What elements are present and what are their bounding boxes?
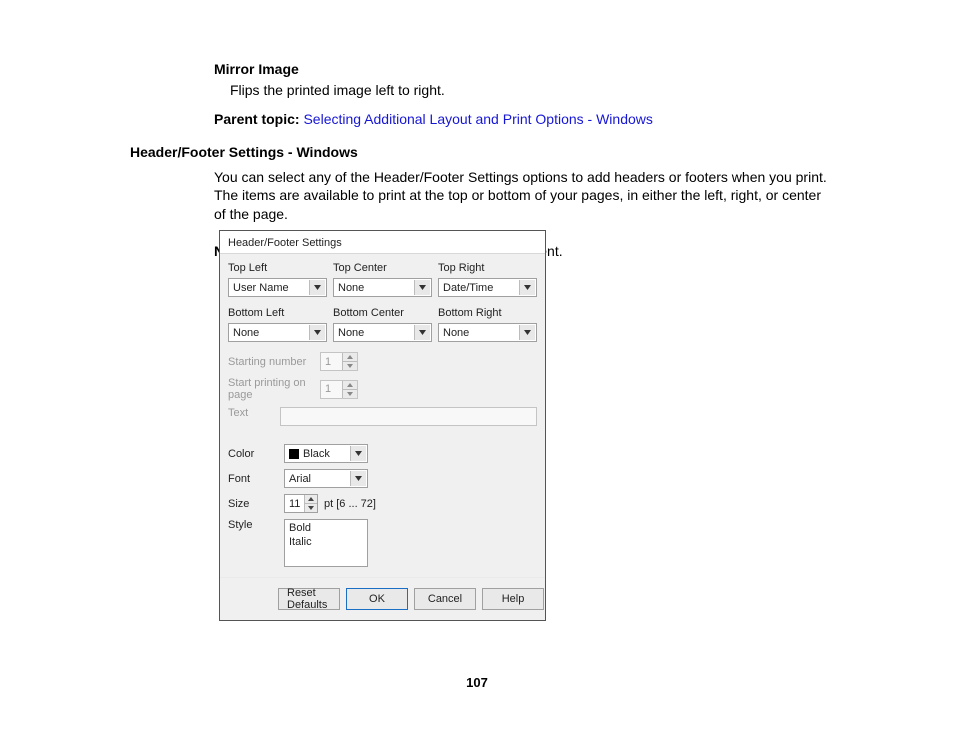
step-up-icon[interactable] [305, 495, 317, 503]
color-value: Black [303, 448, 330, 460]
step-up-icon [343, 353, 357, 361]
style-listbox[interactable]: Bold Italic [284, 519, 368, 567]
size-label: Size [228, 498, 284, 510]
step-down-icon [343, 361, 357, 370]
chevron-down-icon [350, 446, 366, 461]
top-center-select[interactable]: None [333, 278, 432, 297]
top-right-value: Date/Time [443, 282, 493, 294]
dialog-title: Header/Footer Settings [220, 231, 545, 253]
starting-number-label: Starting number [228, 356, 320, 368]
bottom-right-label: Bottom Right [438, 307, 537, 319]
style-option-bold[interactable]: Bold [289, 522, 363, 536]
bottom-center-select[interactable]: None [333, 323, 432, 342]
bottom-right-value: None [443, 327, 469, 339]
chevron-down-icon [309, 325, 325, 340]
chevron-down-icon [414, 280, 430, 295]
bottom-center-label: Bottom Center [333, 307, 432, 319]
page-number: 107 [0, 675, 954, 690]
ok-button[interactable]: OK [346, 588, 408, 610]
font-label: Font [228, 473, 284, 485]
bottom-right-select[interactable]: None [438, 323, 537, 342]
text-label: Text [228, 407, 280, 419]
top-left-select[interactable]: User Name [228, 278, 327, 297]
top-left-label: Top Left [228, 262, 327, 274]
parent-topic-label: Parent topic: [214, 111, 303, 127]
step-up-icon [343, 381, 357, 389]
start-printing-input: 1 [320, 380, 358, 399]
bottom-left-value: None [233, 327, 259, 339]
style-option-italic[interactable]: Italic [289, 536, 363, 550]
chevron-down-icon [350, 471, 366, 486]
color-select[interactable]: Black [284, 444, 368, 463]
style-label: Style [228, 519, 284, 531]
chevron-down-icon [309, 280, 325, 295]
mirror-image-description: Flips the printed image left to right. [230, 81, 830, 100]
section-body: You can select any of the Header/Footer … [214, 168, 830, 225]
step-down-icon [343, 389, 357, 398]
bottom-center-value: None [338, 327, 364, 339]
start-printing-label: Start printing on page [228, 377, 320, 401]
starting-number-value: 1 [321, 356, 342, 368]
bottom-left-select[interactable]: None [228, 323, 327, 342]
font-value: Arial [289, 473, 311, 485]
chevron-down-icon [519, 280, 535, 295]
help-button[interactable]: Help [482, 588, 544, 610]
size-range-text: pt [6 ... 72] [324, 498, 376, 510]
header-footer-settings-dialog: Header/Footer Settings Top Left User Nam… [219, 230, 546, 621]
step-down-icon[interactable] [305, 503, 317, 512]
color-label: Color [228, 448, 284, 460]
mirror-image-heading: Mirror Image [214, 60, 830, 79]
bottom-left-label: Bottom Left [228, 307, 327, 319]
color-swatch-icon [289, 449, 299, 459]
parent-topic-link[interactable]: Selecting Additional Layout and Print Op… [303, 111, 652, 127]
top-right-label: Top Right [438, 262, 537, 274]
top-left-value: User Name [233, 282, 289, 294]
size-input[interactable]: 11 [284, 494, 318, 513]
chevron-down-icon [519, 325, 535, 340]
starting-number-input: 1 [320, 352, 358, 371]
text-input [280, 407, 537, 426]
reset-defaults-button[interactable]: Reset Defaults [278, 588, 340, 610]
top-right-select[interactable]: Date/Time [438, 278, 537, 297]
start-printing-value: 1 [321, 383, 342, 395]
cancel-button[interactable]: Cancel [414, 588, 476, 610]
size-value: 11 [285, 498, 304, 510]
top-center-value: None [338, 282, 364, 294]
top-center-label: Top Center [333, 262, 432, 274]
chevron-down-icon [414, 325, 430, 340]
font-select[interactable]: Arial [284, 469, 368, 488]
section-heading: Header/Footer Settings - Windows [130, 143, 830, 162]
